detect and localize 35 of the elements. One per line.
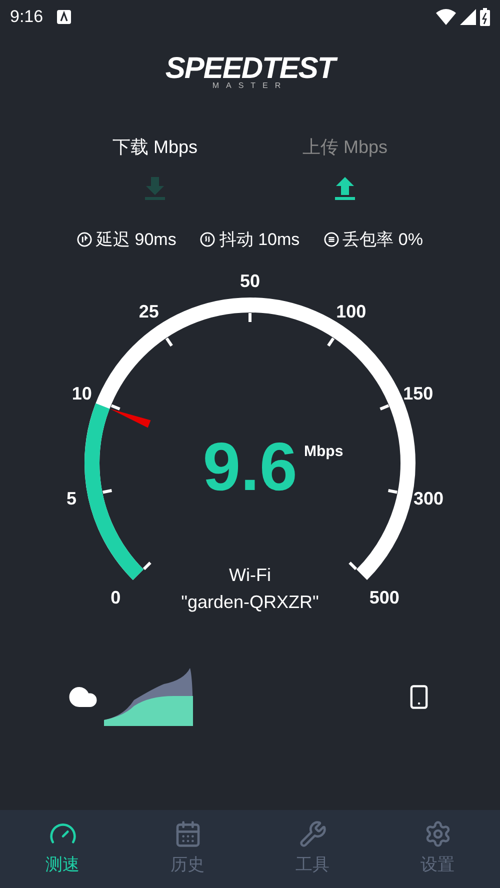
app-logo: SPEEDTEST MASTER bbox=[0, 54, 500, 90]
direction-label: 下载 Mbps bbox=[112, 136, 198, 159]
nav-tab[interactable]: 设置 bbox=[375, 810, 500, 888]
stat-label: 延迟 90ms bbox=[96, 229, 176, 251]
signal-icon bbox=[460, 9, 476, 25]
speed-unit: Mbps bbox=[304, 442, 344, 460]
gauge-tick-label: 300 bbox=[413, 488, 444, 508]
notification-icon bbox=[57, 10, 72, 24]
gauge-tick-label: 5 bbox=[66, 488, 76, 508]
settings-icon bbox=[424, 820, 452, 848]
jitter-icon bbox=[200, 232, 216, 248]
nav-tab[interactable]: 测速 bbox=[0, 810, 125, 888]
stat-label: 丢包率 0% bbox=[342, 229, 423, 251]
network-type: Wi-Fi bbox=[229, 564, 271, 584]
gauge-tick-label: 25 bbox=[138, 301, 159, 322]
gauge-tick-label: 10 bbox=[72, 382, 92, 403]
direction-label: 上传 Mbps bbox=[302, 136, 388, 159]
gauge-tick-label: 50 bbox=[240, 270, 260, 290]
wifi-icon bbox=[436, 9, 456, 25]
battery-icon bbox=[480, 8, 490, 26]
gauge-tick-label: 100 bbox=[336, 301, 366, 322]
speed-value: 9.6 bbox=[202, 428, 298, 504]
nav-tab[interactable]: 工具 bbox=[250, 810, 375, 888]
nav-tab[interactable]: 历史 bbox=[125, 810, 250, 888]
gauge-tick-label: 150 bbox=[403, 382, 434, 403]
packet-loss-icon bbox=[324, 232, 339, 248]
calendar-icon bbox=[174, 820, 202, 848]
status-time: 9:16 bbox=[10, 6, 44, 28]
network-name: "garden-QRXZR" bbox=[181, 592, 319, 612]
gauge-needle bbox=[110, 408, 151, 428]
gauge-tick-label: 500 bbox=[369, 586, 400, 607]
stat-label: 抖动 10ms bbox=[219, 229, 300, 251]
gauge-tick-label: 0 bbox=[110, 586, 121, 607]
ping-icon bbox=[77, 232, 92, 248]
wrench-icon bbox=[298, 820, 326, 848]
